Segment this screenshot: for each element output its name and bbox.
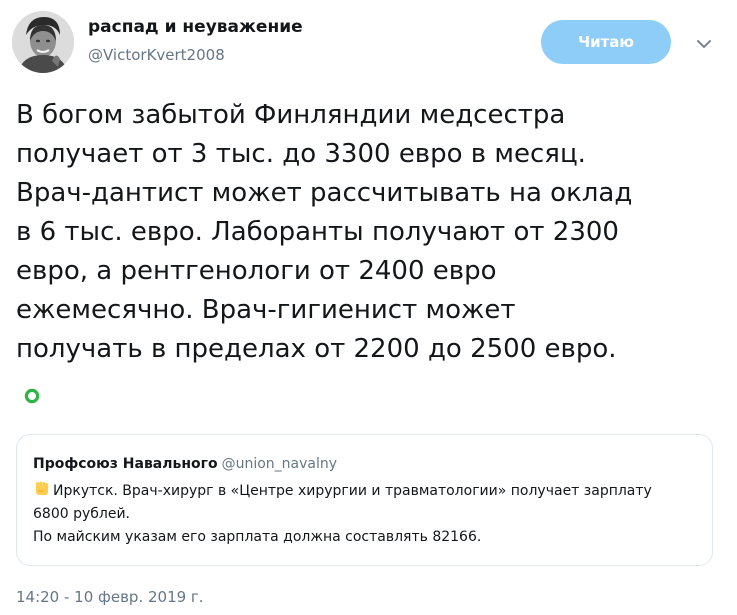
quoted-author-name: Профсоюз Навального [33,456,218,472]
quoted-text-line: 6800 рублей. [33,506,130,522]
quoted-text-line: Иркутск. Врач-хирург в «Центре хирургии … [33,480,713,503]
tweet-timestamp[interactable]: 14:20 - 10 февр. 2019 г. [16,588,204,606]
tweet-text-line: в 6 тыс. евро. Лаборанты получают от 230… [16,217,619,247]
follow-button-label: Читаю [577,33,635,51]
chevron-down-icon[interactable] [692,34,716,54]
tweet-text-line: ежемесячно. Врач-гигиенист может [16,295,516,325]
tweet-text-line: получает от 3 тыс. до 3300 евро в месяц. [16,139,586,169]
quoted-author-handle: @union_navalny [221,456,338,472]
avatar[interactable] [12,11,74,73]
avatar-photo [12,11,74,73]
tweet-text-line: евро, а рентгенологи от 2400 евро [16,256,497,286]
author-name[interactable]: распад и неуважение [88,17,303,37]
raised-fist-emoji-icon [33,480,51,503]
tweet-text-line: В богом забытой Финляндии медсестра [16,100,566,130]
follow-button[interactable]: Читаю [541,20,671,64]
author-handle[interactable]: @VictorKvert2008 [88,46,225,64]
quoted-tweet[interactable]: Профсоюз Навального @union_navalny Иркутс… [16,434,713,566]
tweet-text-line: получать в пределах от 2200 до 2500 евро… [16,334,617,364]
green-circle-emoji-icon [24,388,40,404]
quoted-text: Иркутск. Врач-хирург в «Центре хирургии … [33,480,713,549]
quoted-text-content: Иркутск. Врач-хирург в «Центре хирургии … [53,483,652,499]
quoted-author: Профсоюз Навального @union_navalny [33,456,337,472]
quoted-text-line: По майским указам его зарплата должна со… [33,529,482,545]
tweet-text-line: Врач-дантист может рассчитывать на оклад [16,178,633,208]
tweet-text: В богом забытой Финляндии медсестра полу… [16,96,721,369]
